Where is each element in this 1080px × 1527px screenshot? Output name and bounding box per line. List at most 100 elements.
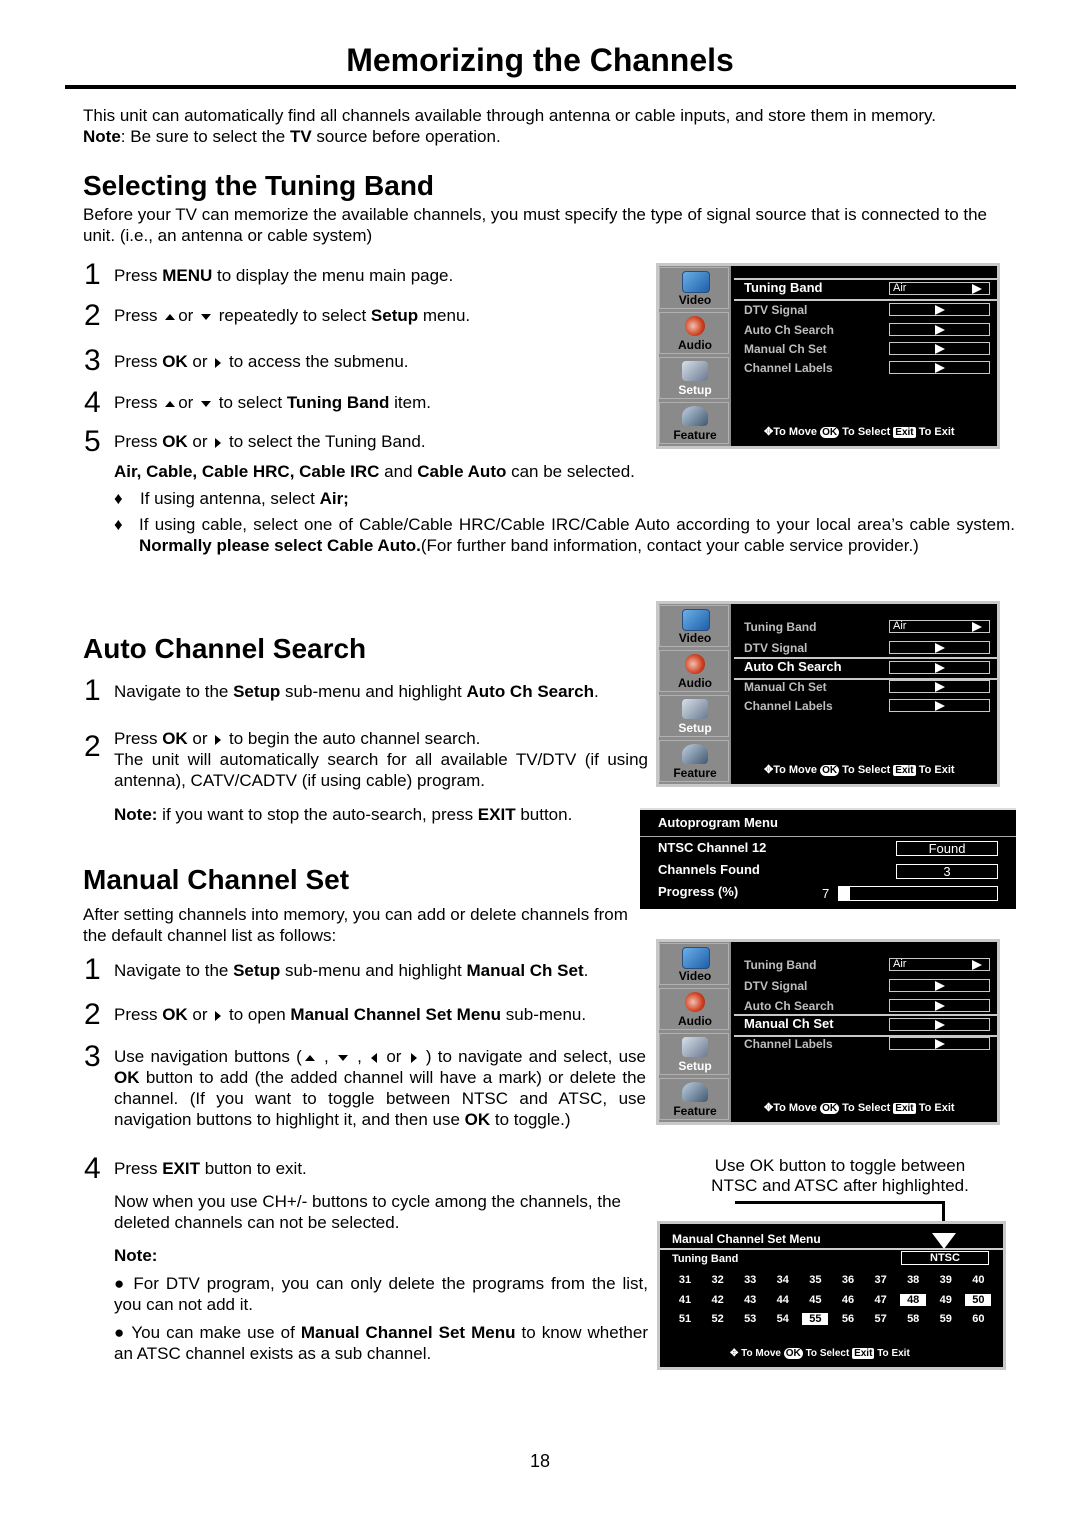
channel-cell[interactable]: 36	[835, 1274, 861, 1286]
menu-item-value[interactable]	[889, 1037, 990, 1050]
menu-item-label: Auto Ch Search	[744, 999, 835, 1013]
menu-tab-video[interactable]: Video	[659, 943, 729, 985]
bullet-item: If using cable, select one of Cable/Cabl…	[139, 515, 1015, 555]
menu-item-value[interactable]: Air	[889, 958, 990, 971]
channel-cell[interactable]: 52	[705, 1313, 731, 1325]
right-arrow-icon	[215, 734, 222, 745]
menu-footer: ✥To Move OK To Select Exit To Exit	[764, 1102, 955, 1114]
menu-tab-label: Feature	[673, 766, 717, 780]
tuning-band-label: Tuning Band	[672, 1253, 739, 1265]
menu-tab-feature[interactable]: Feature	[659, 1078, 729, 1120]
menu-tab-label: Feature	[673, 1104, 717, 1118]
channel-cell[interactable]: 55	[802, 1313, 829, 1325]
menu-items: Tuning Band Air DTV Signal Auto Ch Search Ma…	[734, 942, 997, 1122]
menu-item-value[interactable]	[889, 661, 990, 674]
channel-cell[interactable]: 50	[965, 1293, 992, 1306]
channel-cell[interactable]: 33	[737, 1274, 763, 1286]
menu-tab-audio[interactable]: Audio	[659, 650, 729, 692]
step-number: 2	[84, 998, 101, 1031]
channel-cell[interactable]: 43	[737, 1294, 763, 1306]
menu-item-manual-ch-set[interactable]: Manual Ch Set	[734, 1014, 997, 1037]
menu-item-value[interactable]	[889, 699, 990, 712]
channel-cell[interactable]: 44	[770, 1294, 796, 1306]
channel-cell[interactable]: 59	[933, 1313, 959, 1325]
menu-item-value[interactable]	[889, 979, 990, 992]
down-arrow-icon	[201, 400, 212, 407]
menu-item-manual-ch-set[interactable]: Manual Ch Set	[734, 678, 997, 697]
channel-cell[interactable]: 60	[965, 1313, 991, 1325]
progress-bar	[838, 886, 998, 901]
right-arrow-icon	[972, 284, 982, 294]
right-arrow-icon	[972, 622, 982, 632]
bullet-diamond-icon: ♦	[114, 489, 123, 508]
right-arrow-icon	[935, 1001, 945, 1011]
channel-cell[interactable]: 42	[705, 1294, 731, 1306]
menu-item-dtv-signal[interactable]: DTV Signal	[734, 977, 997, 996]
menu-item-value[interactable]	[889, 1018, 990, 1031]
ntsc-atsc-toggle[interactable]: NTSC	[901, 1251, 989, 1265]
menu-tab-feature[interactable]: Feature	[659, 402, 729, 444]
menu-tab-audio[interactable]: Audio	[659, 988, 729, 1030]
menu-sidebar: Video Audio Setup Feature	[659, 604, 731, 784]
menu-item-channel-labels[interactable]: Channel Labels	[734, 697, 997, 716]
menu-item-value[interactable]	[889, 680, 990, 693]
channel-cell[interactable]: 49	[933, 1294, 959, 1306]
manual-note-item: ● For DTV program, you can only delete t…	[114, 1274, 648, 1314]
channel-cell[interactable]: 32	[705, 1274, 731, 1286]
right-arrow-icon	[935, 325, 945, 335]
channel-cell[interactable]: 57	[868, 1313, 894, 1325]
channels-found-label: Channels Found	[658, 862, 760, 877]
menu-item-tuning-band[interactable]: Tuning Band Air	[734, 278, 997, 301]
channel-cell[interactable]: 46	[835, 1294, 861, 1306]
channel-cell[interactable]: 35	[802, 1274, 828, 1286]
menu-item-value[interactable]	[889, 323, 990, 336]
ok-key-icon: OK	[783, 1348, 803, 1359]
channel-cell[interactable]: 45	[802, 1294, 828, 1306]
menu-tab-setup[interactable]: Setup	[659, 695, 729, 737]
channel-cell[interactable]: 40	[965, 1274, 991, 1286]
menu-tab-audio[interactable]: Audio	[659, 312, 729, 354]
menu-item-tuning-band[interactable]: Tuning Band Air	[734, 618, 997, 637]
channel-cell[interactable]: 53	[737, 1313, 763, 1325]
tv-menu-auto-ch-search: Video Audio Setup Feature Tuning Band Air DTV …	[656, 601, 1000, 787]
channel-cell[interactable]: 37	[868, 1274, 894, 1286]
menu-item-value[interactable]: Air	[889, 620, 990, 633]
channel-cell[interactable]: 58	[900, 1313, 926, 1325]
ntsc-channel-label: NTSC Channel 12	[658, 840, 767, 855]
menu-item-auto-ch-search[interactable]: Auto Ch Search	[734, 657, 997, 680]
callout-arrow-icon	[932, 1233, 956, 1249]
menu-item-auto-ch-search[interactable]: Auto Ch Search	[734, 321, 997, 340]
tv-menu-tuning-band: Video Audio Setup Feature Tuning Band Air DTV …	[656, 263, 1000, 449]
channel-cell[interactable]: 56	[835, 1313, 861, 1325]
menu-item-value[interactable]	[889, 361, 990, 374]
menu-item-value[interactable]	[889, 641, 990, 654]
menu-item-channel-labels[interactable]: Channel Labels	[734, 1035, 997, 1054]
channel-cell[interactable]: 47	[868, 1294, 894, 1306]
channel-cell[interactable]: 34	[770, 1274, 796, 1286]
menu-item-dtv-signal[interactable]: DTV Signal	[734, 301, 997, 320]
menu-item-channel-labels[interactable]: Channel Labels	[734, 359, 997, 378]
menu-item-dtv-signal[interactable]: DTV Signal	[734, 639, 997, 658]
channel-cell[interactable]: 54	[770, 1313, 796, 1325]
channel-cell[interactable]: 39	[933, 1274, 959, 1286]
channel-cell[interactable]: 31	[672, 1274, 698, 1286]
menu-tab-video[interactable]: Video	[659, 267, 729, 309]
speaker-icon	[685, 654, 705, 674]
channel-cell[interactable]: 51	[672, 1313, 698, 1325]
menu-item-tuning-band[interactable]: Tuning Band Air	[734, 956, 997, 975]
channel-cell[interactable]: 38	[900, 1274, 926, 1286]
menu-item-manual-ch-set[interactable]: Manual Ch Set	[734, 340, 997, 359]
menu-tab-setup[interactable]: Setup	[659, 357, 729, 399]
menu-tab-video[interactable]: Video	[659, 605, 729, 647]
menu-item-value[interactable]	[889, 303, 990, 316]
menu-item-value[interactable]	[889, 342, 990, 355]
channel-cell[interactable]: 48	[900, 1293, 927, 1306]
menu-item-value[interactable]: Air	[889, 282, 990, 295]
menu-item-value[interactable]	[889, 999, 990, 1012]
progress-bar-fill	[839, 887, 851, 900]
channel-cell[interactable]: 41	[672, 1294, 698, 1306]
ntsc-channel-status: Found	[896, 841, 998, 856]
autoprogram-menu: Autoprogram Menu NTSC Channel 12 Found C…	[640, 808, 1016, 909]
menu-tab-feature[interactable]: Feature	[659, 740, 729, 782]
menu-tab-setup[interactable]: Setup	[659, 1033, 729, 1075]
